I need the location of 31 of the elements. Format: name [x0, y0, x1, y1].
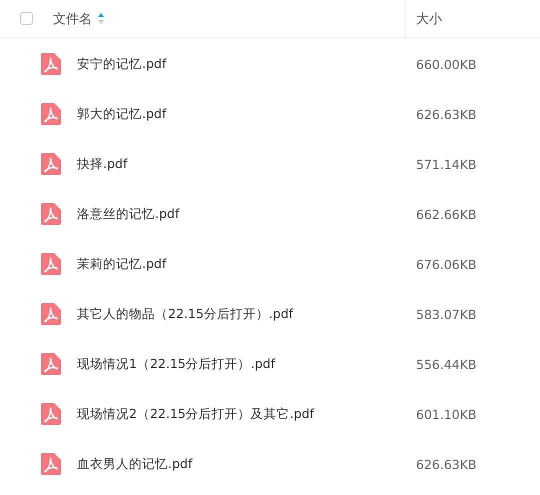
file-name[interactable]: 洛意丝的记忆.pdf: [77, 206, 416, 222]
file-size: 626.63KB: [416, 106, 477, 122]
file-size: 556.44KB: [416, 356, 477, 372]
file-name[interactable]: 安宁的记忆.pdf: [77, 56, 416, 72]
column-header[interactable]: 文件名: [53, 10, 92, 28]
file-name[interactable]: 现场情况1（22.15分后打开）.pdf: [77, 356, 416, 372]
file-size: 676.06KB: [416, 256, 477, 272]
pdf-file-icon: [41, 303, 61, 325]
pdf-file-icon: [41, 53, 61, 75]
pdf-file-icon: [41, 403, 61, 425]
pdf-file-icon: [41, 153, 61, 175]
file-name[interactable]: 郭大的记忆.pdf: [77, 106, 416, 122]
pdf-file-icon: [41, 253, 61, 275]
pdf-file-icon: [41, 353, 61, 375]
file-size: 626.63KB: [416, 456, 477, 472]
file-name[interactable]: 茉莉的记忆.pdf: [77, 256, 416, 272]
file-size: 601.10KB: [416, 406, 477, 422]
sort-icon[interactable]: [98, 13, 104, 24]
file-name[interactable]: 抉择.pdf: [77, 156, 416, 172]
file-name[interactable]: 其它人的物品（22.15分后打开）.pdf: [77, 306, 416, 322]
column-header[interactable]: 大小: [416, 10, 442, 28]
file-size: 660.00KB: [416, 56, 477, 72]
select-all-checkbox[interactable]: [20, 12, 33, 25]
file-size: 571.14KB: [416, 156, 477, 172]
file-size: 662.66KB: [416, 206, 477, 222]
file-name[interactable]: 血衣男人的记忆.pdf: [77, 456, 416, 472]
file-size: 583.07KB: [416, 306, 477, 322]
file-name[interactable]: 现场情况2（22.15分后打开）及其它.pdf: [77, 406, 416, 422]
pdf-file-icon: [41, 103, 61, 125]
pdf-file-icon: [41, 203, 61, 225]
pdf-file-icon: [41, 453, 61, 475]
